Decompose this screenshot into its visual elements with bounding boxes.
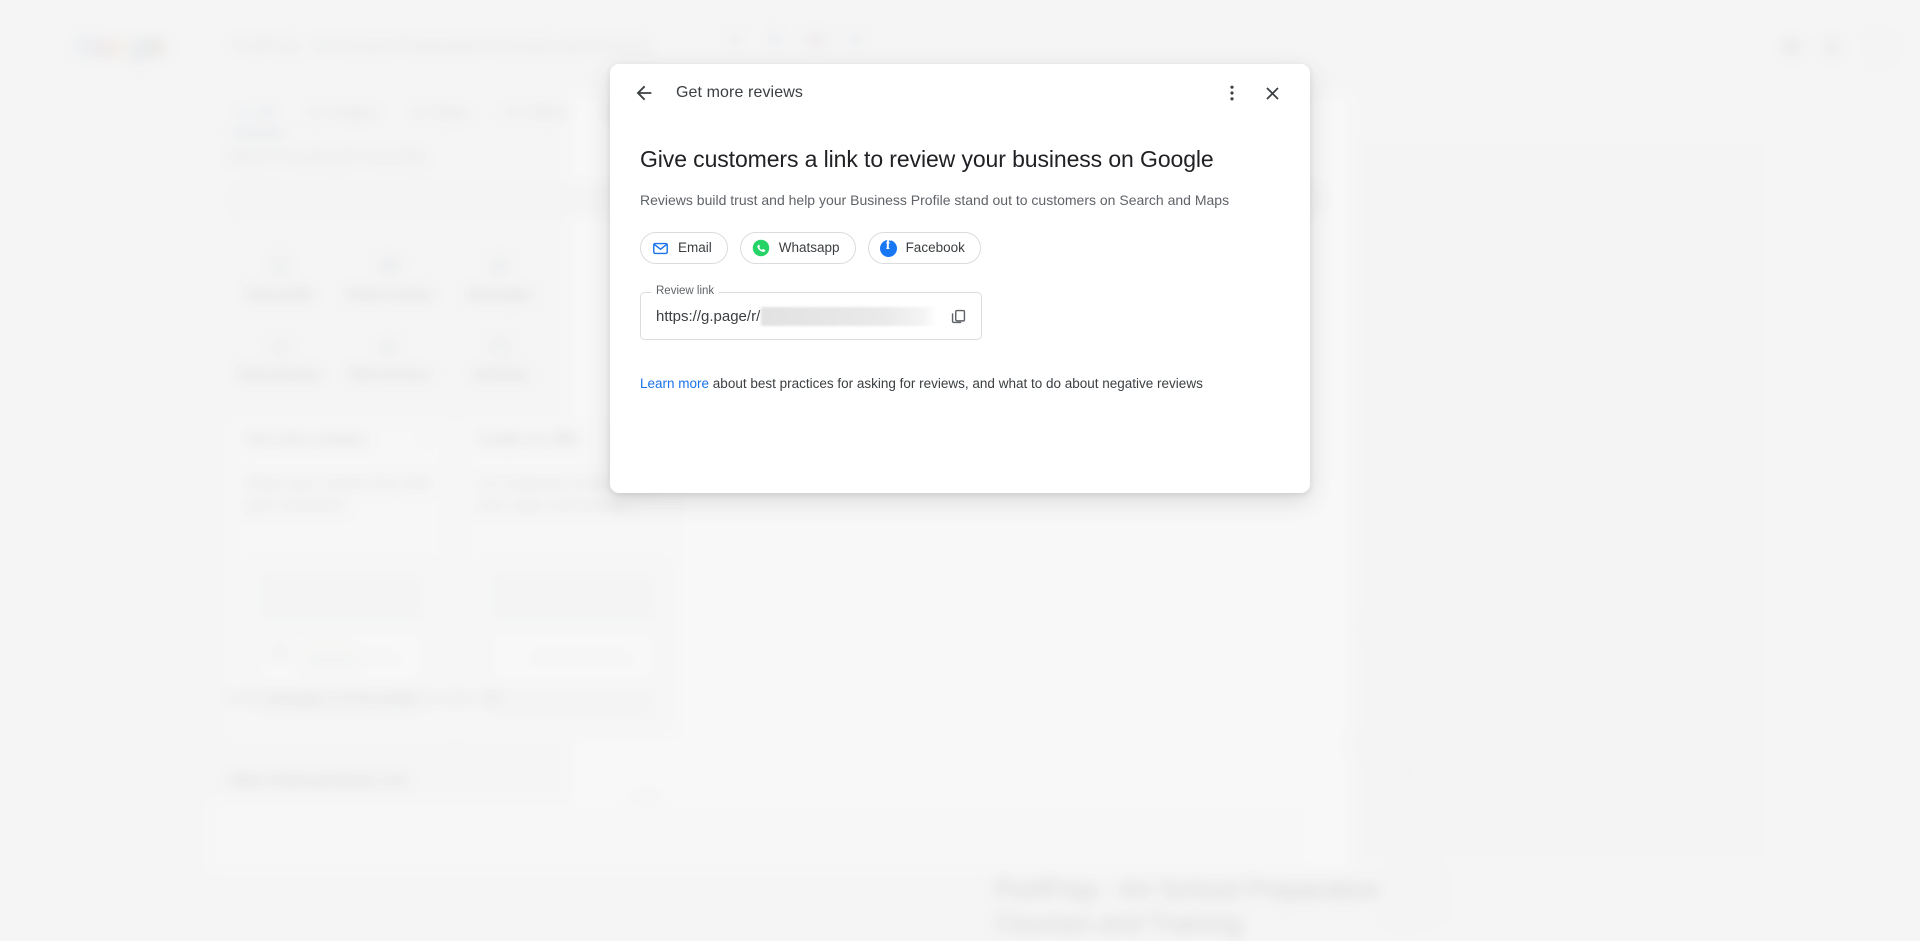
facebook-icon (879, 238, 897, 257)
review-link-redacted-segment (761, 306, 938, 326)
get-more-reviews-dialog: Get more reviews Give customers a link t… (610, 64, 1310, 493)
dialog-subtitle: Reviews build trust and help your Busine… (640, 192, 1230, 208)
dialog-heading: Give customers a link to review your bus… (640, 146, 1214, 172)
close-icon[interactable] (1252, 73, 1292, 113)
learn-more-link[interactable]: Learn more (640, 376, 709, 391)
review-link-value-row: https://g.page/r/ (656, 292, 938, 340)
share-facebook-button[interactable]: Facebook (867, 232, 981, 264)
footer-note-rest: about best practices for asking for revi… (709, 376, 1203, 391)
screen: Google PortPrep - Art School Preparation… (0, 0, 1920, 941)
share-whatsapp-button[interactable]: Whatsapp (739, 232, 856, 264)
whatsapp-icon (752, 239, 770, 257)
share-whatsapp-label: Whatsapp (778, 240, 840, 256)
share-facebook-label: Facebook (905, 240, 965, 256)
review-link-value: https://g.page/r/ (656, 307, 761, 325)
review-link-field[interactable]: Review link https://g.page/r/ (640, 284, 982, 340)
dialog-body: Give customers a link to review your bus… (610, 144, 1310, 394)
share-email-button[interactable]: Email (640, 232, 728, 264)
more-vert-icon[interactable] (1212, 73, 1252, 113)
copy-icon[interactable] (940, 298, 976, 334)
dialog-topbar: Get more reviews (610, 64, 1310, 122)
share-options-row: Email Whatsapp Facebook (640, 232, 1280, 264)
dialog-title: Get more reviews (676, 84, 803, 101)
email-icon (652, 240, 669, 257)
footer-note: Learn more about best practices for aski… (640, 374, 1280, 394)
back-arrow-icon[interactable] (624, 73, 664, 113)
share-email-label: Email (678, 240, 712, 256)
